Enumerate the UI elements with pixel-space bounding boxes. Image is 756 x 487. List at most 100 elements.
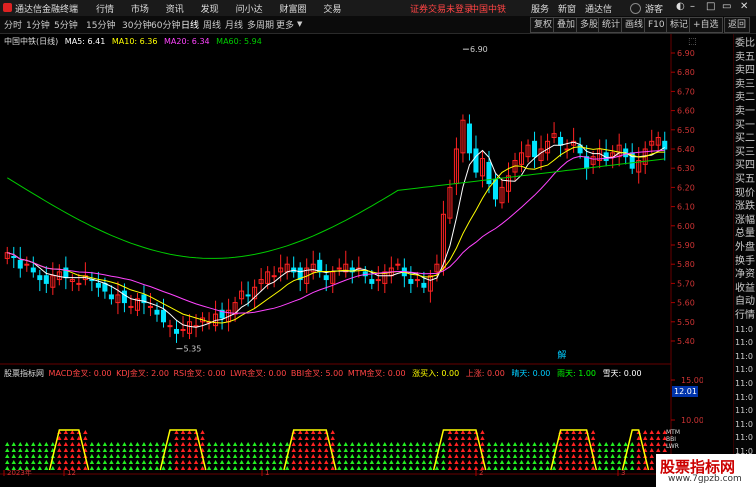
menu-ask[interactable]: 问小达 — [236, 2, 263, 15]
minimize-icon[interactable]: – — [690, 1, 695, 12]
skin-icon[interactable]: ◐ — [676, 1, 685, 12]
user-icon[interactable] — [630, 3, 641, 14]
period-60min[interactable]: 60分钟 — [151, 18, 180, 31]
price-tick-label: 5.70 — [677, 279, 695, 288]
indicator-arrow — [493, 454, 498, 458]
release-tag: 解 — [557, 349, 566, 361]
indicator-arrow — [89, 466, 95, 470]
restore-icon[interactable]: ▭ — [722, 1, 731, 12]
indicator-arrow — [154, 454, 160, 458]
menu-quotes[interactable]: 行情 — [96, 2, 114, 15]
indicator-arrow — [291, 442, 296, 446]
indicator-arrow — [538, 454, 544, 458]
indicator-arrow — [564, 448, 570, 452]
menu-wealth[interactable]: 财富圈 — [279, 2, 306, 15]
chart-area[interactable]: 6.90 6.80 6.70 6.60 6.50 6.40 6.30 6.20 6.10 6.00… — [0, 34, 703, 476]
ma60-line — [7, 158, 665, 259]
indicator-arrow — [96, 460, 101, 464]
indicator-arrow — [603, 460, 609, 464]
indicator-arrow — [297, 454, 303, 458]
indicator-arrow — [245, 460, 251, 464]
candle-body — [414, 279, 420, 282]
indicator-tick-label: 10.00 — [681, 416, 703, 425]
indicator-arrow — [232, 460, 238, 464]
kline-chart[interactable]: 6.90 6.80 6.70 6.60 6.50 6.40 6.30 6.20 6.10 6.00… — [0, 34, 703, 476]
menu-trade[interactable]: 交易 — [323, 2, 341, 15]
indicator-arrow — [311, 442, 316, 446]
period-intraday[interactable]: 分时 — [4, 18, 22, 31]
price-tick-label: 5.40 — [677, 337, 695, 346]
side-panel-item: 卖三 — [735, 78, 755, 90]
indicator-arrow — [499, 454, 505, 458]
candle-body — [558, 136, 564, 146]
indicator-arrow — [473, 442, 479, 446]
menu-market[interactable]: 市场 — [131, 2, 149, 15]
indicator-arrow — [122, 454, 127, 458]
side-panel-item: 11:0 — [735, 433, 753, 443]
period-30min[interactable]: 30分钟 — [122, 18, 151, 31]
indicator-arrow — [245, 448, 251, 452]
side-panel-item: 卖一 — [735, 106, 755, 117]
candle-body — [108, 294, 114, 300]
indicator-arrow — [428, 460, 433, 464]
ma20-label: MA20: 6.34 — [164, 37, 210, 46]
side-panel-item: 净资 — [735, 269, 755, 281]
indicator-arrow — [252, 442, 257, 446]
indicator-arrow — [304, 454, 309, 458]
indicator-arrow — [415, 460, 420, 464]
indicator-arrow — [486, 442, 492, 446]
indicator-arrow — [154, 442, 160, 446]
main-legend: 中国中铁(日线) MA5: 6.41 MA10: 6.36 MA20: 6.34… — [4, 36, 262, 47]
indicator-arrow — [337, 442, 342, 446]
more-dropdown-icon[interactable]: ▼ — [297, 20, 302, 28]
indicator-arrow — [460, 448, 466, 452]
side-panel-item: 自动 — [735, 296, 755, 308]
period-5min[interactable]: 5分钟 — [54, 18, 78, 31]
indicator-arrow — [18, 442, 23, 446]
menu-new-window[interactable]: 新窗 — [558, 2, 576, 15]
indicator-arrow — [291, 448, 296, 452]
add-favorite-button[interactable]: +自选 — [689, 17, 723, 33]
panel-expand-icon[interactable]: ⬚ — [688, 37, 697, 47]
indicator-arrow — [57, 466, 62, 470]
indicator-arrow — [597, 460, 602, 464]
indicator-arrow — [311, 460, 316, 464]
period-daily[interactable]: 日线 — [181, 18, 199, 31]
indicator-arrow — [538, 442, 544, 446]
quote-side-panel[interactable]: 委比 卖五 卖四 卖三 卖二 卖一 买一 买二 买三 买四 买五 现价 涨跌 涨幅 总量 外盘 换手 净资 收益 自动… — [733, 34, 756, 474]
indicator-arrow — [128, 460, 134, 464]
indicator-arrow — [63, 448, 69, 452]
candle-body — [128, 305, 134, 308]
period-multi[interactable]: 多周期 — [247, 18, 274, 31]
indicator-arrow — [480, 436, 485, 440]
indicator-arrow — [278, 454, 283, 458]
side-panel-item: 委比 — [735, 38, 755, 49]
close-icon[interactable]: ✕ — [740, 1, 748, 12]
menu-discover[interactable]: 发现 — [201, 2, 219, 15]
back-button[interactable]: 返回 — [724, 17, 751, 33]
menu-service[interactable]: 服务 — [531, 2, 549, 15]
period-weekly[interactable]: 周线 — [203, 18, 221, 31]
watermark-url: www.7gpzb.com — [668, 474, 742, 484]
menu-news[interactable]: 资讯 — [166, 2, 184, 15]
indicator-arrow — [167, 466, 173, 470]
maximize-icon[interactable]: □ — [706, 1, 715, 12]
indicator-arrow — [102, 448, 108, 452]
guest-label: 游客 — [645, 5, 664, 15]
indicator-arrow — [31, 454, 36, 458]
indicator-arrow — [219, 454, 225, 458]
indicator-arrow — [44, 448, 49, 452]
login-notice[interactable]: 证券交易未登录 — [410, 2, 473, 15]
period-15min[interactable]: 15分钟 — [86, 18, 115, 31]
indicator-arrow — [96, 454, 101, 458]
indicator-arrow — [643, 442, 648, 446]
indicator-arrow — [656, 442, 661, 446]
period-monthly[interactable]: 月线 — [225, 18, 243, 31]
f10-button[interactable]: F10 — [644, 17, 669, 33]
indicator-arrow — [434, 442, 440, 446]
menu-tdx[interactable]: 通达信 — [585, 2, 612, 15]
side-panel-item: 收益 — [735, 282, 755, 294]
indicator-arrow — [558, 442, 563, 446]
period-1min[interactable]: 1分钟 — [26, 18, 50, 31]
period-more[interactable]: 更多 — [276, 18, 294, 31]
